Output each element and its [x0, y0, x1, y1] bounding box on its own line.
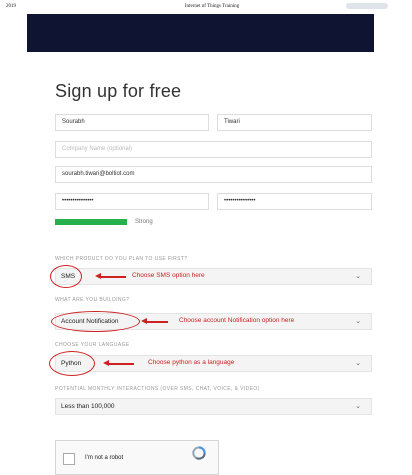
- browser-header: 2019 Internet of Things Training: [0, 0, 412, 14]
- annotation-note: Choose python as a language: [148, 359, 235, 366]
- recaptcha-label: I'm not a robot: [85, 455, 124, 461]
- language-question-label: CHOOSE YOUR LANGUAGE: [55, 342, 130, 348]
- recaptcha-widget: I'm not a robot: [55, 440, 219, 475]
- annotation-arrow: [141, 318, 168, 324]
- annotation-note: Choose account Notification option here: [179, 317, 295, 324]
- company-field[interactable]: Company Name (optional): [55, 141, 372, 158]
- password-strength-bar: [55, 219, 127, 225]
- first-name-field[interactable]: Sourabh: [55, 114, 209, 131]
- annotation-circle: [50, 265, 82, 288]
- chevron-down-icon: ⌄: [355, 273, 361, 280]
- chevron-down-icon: ⌄: [355, 318, 361, 325]
- interactions-question-label: POTENTIAL MONTHLY INTERACTIONS (OVER SMS…: [55, 386, 260, 392]
- email-field[interactable]: sourabh.tiwari@boltiot.com: [55, 166, 372, 183]
- password-strength-label: Strong: [135, 219, 153, 225]
- recaptcha-checkbox[interactable]: [63, 453, 75, 465]
- chevron-down-icon: ⌄: [355, 360, 361, 367]
- page-title: Sign up for free: [55, 81, 182, 101]
- annotation-circle: [51, 311, 140, 332]
- building-question-label: WHAT ARE YOU BUILDING?: [55, 297, 130, 303]
- header-decoration: [346, 3, 388, 9]
- annotation-arrow: [95, 273, 126, 279]
- header-year: 2019: [6, 4, 16, 9]
- dark-banner: [27, 14, 374, 52]
- recaptcha-logo-icon: [192, 446, 206, 460]
- last-name-field[interactable]: Tiwari: [217, 114, 372, 131]
- interactions-select-value: Less than 100,000: [61, 403, 115, 410]
- header-title: Internet of Things Training: [184, 4, 240, 9]
- chevron-down-icon: ⌄: [355, 403, 361, 410]
- password-field[interactable]: •••••••••••••••: [55, 193, 209, 210]
- annotation-note: Choose SMS option here: [132, 272, 205, 279]
- annotation-circle: [49, 351, 95, 376]
- product-question-label: WHICH PRODUCT DO YOU PLAN TO USE FIRST?: [55, 256, 188, 262]
- confirm-password-field[interactable]: •••••••••••••••: [217, 193, 372, 210]
- interactions-select[interactable]: Less than 100,000 ⌄: [55, 398, 372, 415]
- annotation-arrow: [103, 360, 134, 366]
